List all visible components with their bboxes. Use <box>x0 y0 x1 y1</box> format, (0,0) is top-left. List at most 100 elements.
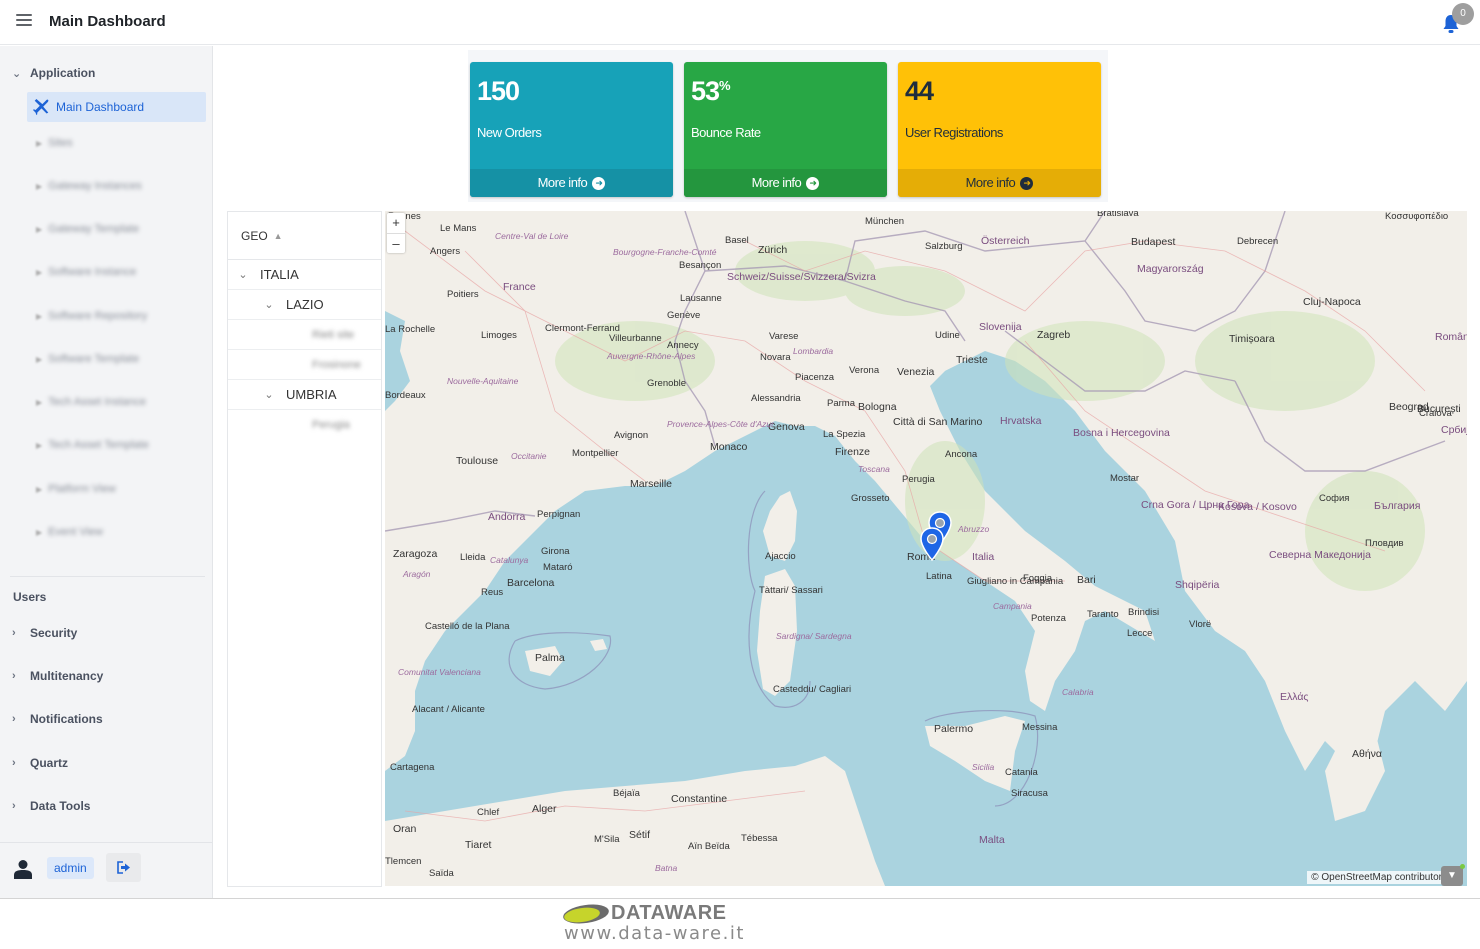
zoom-in-button[interactable]: + <box>387 213 405 233</box>
sidebar-group-label: Quartz <box>30 756 69 770</box>
chevron-right-icon: › <box>12 627 16 639</box>
map-label: Villeurbanne <box>609 333 662 344</box>
more-info-link[interactable]: More info ➜ <box>898 169 1101 197</box>
map-label: България <box>1374 500 1421 512</box>
sidebar-subitem[interactable]: ▶ Gateway Instances <box>36 180 142 192</box>
map-label: Österreich <box>981 235 1030 247</box>
map-label: Palma <box>535 652 565 664</box>
chevron-right-icon: › <box>12 800 16 812</box>
sidebar-section-users: Users <box>13 590 47 604</box>
map-label: Besançon <box>679 260 722 271</box>
map-label: Parma <box>827 398 855 409</box>
map-label: Taranto <box>1087 609 1119 620</box>
map-label: Comunitat Valenciana <box>398 667 481 677</box>
sidebar-subitem[interactable]: ▶ Tech Asset Template <box>36 439 149 451</box>
map-view[interactable]: RennesLe MansAngersCentre-Val de LoirePo… <box>385 211 1467 886</box>
hamburger-menu-icon[interactable] <box>16 14 32 28</box>
map-label: Genève <box>667 310 701 321</box>
current-user-badge[interactable]: admin <box>47 857 94 879</box>
map-label: Potenza <box>1031 613 1066 624</box>
sidebar-group-label: Application <box>30 66 96 80</box>
map-label: Angers <box>430 246 461 257</box>
sidebar-subitem[interactable]: ▶ Software Template <box>36 353 139 365</box>
sidebar-subitem[interactable]: ▶ Sites <box>36 137 73 149</box>
map-label: Magyarország <box>1137 263 1204 275</box>
map-label: Limoges <box>481 330 517 341</box>
tree-row-site[interactable]: Rieti site <box>228 320 381 350</box>
tree-row-italia[interactable]: ⌄ ITALIA <box>228 260 381 290</box>
sidebar-group-security[interactable]: › Security <box>12 626 77 640</box>
map-label: Αθήνα <box>1352 748 1383 760</box>
caret-right-icon: ▶ <box>36 138 43 148</box>
map-zoom-control: + – <box>387 213 405 253</box>
map-label: Slovenija <box>979 321 1022 333</box>
geo-header-label: GEO <box>241 228 268 243</box>
map-label: София <box>1319 493 1350 504</box>
map-label: Poitiers <box>447 289 479 300</box>
map-label: Verona <box>849 365 880 376</box>
map-label: Tlemcen <box>385 856 422 867</box>
sidebar-subitem[interactable]: ▶ Software Instance <box>36 266 136 278</box>
map-label: Perpignan <box>537 509 581 520</box>
sidebar-group-quartz[interactable]: › Quartz <box>12 756 68 770</box>
arrow-circle-right-icon: ➜ <box>1020 177 1034 191</box>
more-info-link[interactable]: More info ➜ <box>470 169 673 197</box>
sidebar-group-application[interactable]: ⌄ Application <box>12 66 95 80</box>
card-value: 53% <box>691 76 731 106</box>
map-label: Tiaret <box>465 839 492 851</box>
map-label: Zürich <box>758 244 788 256</box>
map-label: Schweiz/Suisse/Svizzera/Svizra <box>727 271 876 283</box>
map-label: Grosseto <box>851 493 890 504</box>
map-label: Lleida <box>460 552 486 563</box>
sidebar-subitem[interactable]: ▶ Event View <box>36 526 103 538</box>
map-label: France <box>503 281 536 293</box>
sidebar-group-data-tools[interactable]: › Data Tools <box>12 799 90 813</box>
map-label: Béjaïa <box>613 788 640 799</box>
sidebar-subitem[interactable]: ▶ Gateway Template <box>36 223 139 235</box>
map-label: Sicilia <box>972 762 995 772</box>
geo-column-header[interactable]: GEO ▲︎ <box>228 212 381 260</box>
dataware-logo: DATAWARE www.data-ware.it <box>562 902 794 946</box>
map-label: Zaragoza <box>393 548 438 560</box>
sidebar-group-multitenancy[interactable]: › Multitenancy <box>12 669 103 683</box>
tree-row-lazio[interactable]: ⌄ LAZIO <box>228 290 381 320</box>
map-label: M'Sila <box>594 834 620 845</box>
map-layer-toggle-button[interactable]: ▼ <box>1441 864 1465 886</box>
zoom-out-button[interactable]: – <box>387 233 405 253</box>
map-attribution[interactable]: © OpenStreetMap contributors <box>1307 871 1451 884</box>
chevron-down-icon: ⌄ <box>264 299 274 311</box>
tree-row-label: Perugia <box>312 419 350 431</box>
more-info-link[interactable]: More info ➜ <box>684 169 887 197</box>
map-label: Montpellier <box>572 448 619 459</box>
sort-icon: ▲︎ <box>273 230 283 241</box>
map-label: Shqipëria <box>1175 579 1220 591</box>
map-label: Alessandria <box>751 393 801 404</box>
brand-url: www.data-ware.it <box>564 923 745 944</box>
map-marker[interactable] <box>920 527 944 561</box>
chevron-down-icon: ⌄ <box>12 67 22 80</box>
map-label: Palermo <box>934 723 974 735</box>
sidebar-group-notifications[interactable]: › Notifications <box>12 712 103 726</box>
sidebar-subitem[interactable]: ▶ Platform View <box>36 483 116 495</box>
brand-name: DATAWARE <box>611 902 727 924</box>
map-label: Messina <box>1022 722 1058 733</box>
sidebar-item-main-dashboard[interactable]: Main Dashboard <box>27 92 206 122</box>
tree-row-umbria[interactable]: ⌄ UMBRIA <box>228 380 381 410</box>
tree-row-site[interactable]: Perugia <box>228 410 381 440</box>
card-label: User Registrations <box>905 125 1003 140</box>
map-label: Firenze <box>835 446 871 458</box>
map-label: Abruzzo <box>958 524 990 534</box>
map-label: Batna <box>655 863 678 873</box>
sidebar-item-label: Main Dashboard <box>56 100 145 114</box>
map-label: Udine <box>935 330 960 341</box>
logout-button[interactable] <box>106 853 141 882</box>
tree-row-label: Frosinone <box>312 358 361 371</box>
sidebar-subitem[interactable]: ▶ Tech Asset Instance <box>36 396 146 408</box>
map-label: Ajaccio <box>765 551 796 562</box>
page-title: Main Dashboard <box>49 13 166 30</box>
tree-row-site[interactable]: Frosinone <box>228 350 381 380</box>
sidebar-subitem[interactable]: ▶ Software Repository <box>36 310 147 322</box>
map-label: Craiova <box>1419 408 1452 419</box>
map-label: Mataró <box>543 562 573 573</box>
map-label: Novara <box>760 352 791 363</box>
